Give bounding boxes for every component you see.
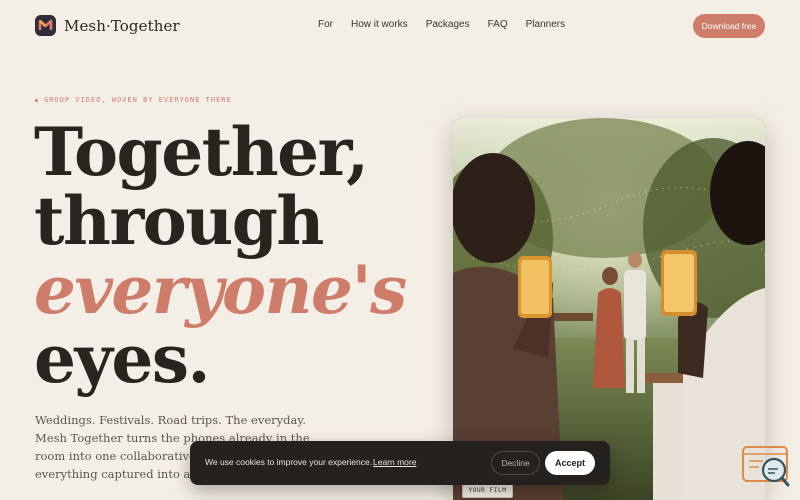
cookie-banner: We use cookies to improve your experienc… [190,441,610,485]
nav-item-faq[interactable]: FAQ [488,19,508,30]
chat-search-icon [742,446,790,487]
headline-line-3-accent: everyone's [34,251,407,329]
chat-widget[interactable] [741,445,791,491]
brand-logo[interactable]: Mesh·Together [35,15,180,36]
cookie-message: We use cookies to improve your experienc… [205,457,373,467]
accept-button[interactable]: Accept [545,451,595,475]
main-nav: For How it works Packages FAQ Planners [318,19,583,30]
site-header: Mesh·Together For How it works Packages … [0,0,800,52]
hero-eyebrow: GROUP VIDEO, WOVEN BY EVERYONE THERE [35,96,232,104]
eyebrow-text: GROUP VIDEO, WOVEN BY EVERYONE THERE [44,96,232,104]
nav-item-how-it-works[interactable]: How it works [351,19,408,30]
decline-button[interactable]: Decline [491,451,540,475]
headline-line-4: eyes. [34,320,210,398]
brand-name: Mesh·Together [64,16,180,35]
learn-more-link[interactable]: Learn more [373,457,416,467]
download-button[interactable]: Download free [693,14,765,38]
nav-item-for[interactable]: For [318,19,333,30]
nav-item-planners[interactable]: Planners [526,19,565,30]
headline-line-2: through [34,182,324,260]
your-film-label: YOUR FILM [462,484,513,498]
eyebrow-dot-icon [35,98,38,102]
nav-item-packages[interactable]: Packages [426,19,470,30]
headline-line-1: Together, [34,113,369,191]
logo-icon [35,15,56,36]
hero-headline: Together, through everyone's eyes. [34,113,407,398]
